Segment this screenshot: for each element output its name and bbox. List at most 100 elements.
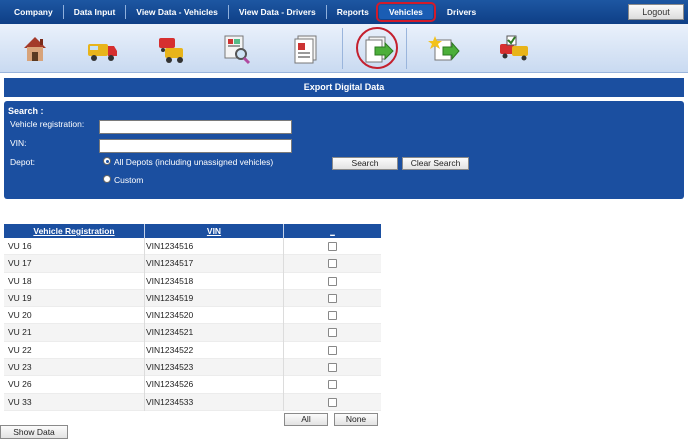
vin-cell: VIN1234521 bbox=[146, 327, 194, 338]
vin-cell: VIN1234526 bbox=[146, 379, 194, 390]
van-icon[interactable] bbox=[72, 24, 132, 73]
depot-all-radio[interactable] bbox=[103, 157, 111, 165]
depot-custom-radio[interactable] bbox=[103, 175, 111, 183]
vin-cell: VIN1234522 bbox=[146, 344, 194, 355]
depot-custom-label[interactable]: Custom bbox=[114, 175, 143, 185]
select-none-button[interactable]: None bbox=[334, 412, 378, 426]
vehicle-registration-cell: VU 22 bbox=[8, 344, 32, 355]
table-row: VU 23 VIN1234523 bbox=[4, 359, 381, 377]
depot-label: Depot: bbox=[10, 157, 36, 167]
nav-data-input[interactable]: Data Input bbox=[64, 5, 127, 19]
row-select-checkbox[interactable] bbox=[328, 363, 337, 373]
vin-cell: VIN1234533 bbox=[146, 396, 194, 407]
cell-separator bbox=[144, 255, 145, 273]
vehicle-registration-cell: VU 23 bbox=[8, 362, 32, 373]
row-select-checkbox[interactable] bbox=[328, 345, 337, 355]
cell-separator bbox=[144, 341, 145, 360]
table-row: VU 33 VIN1234533 bbox=[4, 393, 381, 411]
logout-button[interactable]: Logout bbox=[628, 4, 684, 20]
cell-separator bbox=[283, 272, 284, 290]
cell-separator bbox=[283, 341, 284, 360]
cell-separator bbox=[283, 255, 284, 273]
vehicle-registration-cell: VU 19 bbox=[8, 292, 32, 303]
table-row: VU 26 VIN1234526 bbox=[4, 376, 381, 394]
cell-separator bbox=[283, 289, 284, 308]
select-all-button[interactable]: All bbox=[284, 412, 328, 426]
cell-separator bbox=[144, 272, 145, 290]
nav-view-data-vehicles[interactable]: View Data - Vehicles bbox=[126, 5, 229, 19]
top-nav: Company Data Input View Data - Vehicles … bbox=[0, 0, 688, 24]
table-row: VU 17 VIN1234517 bbox=[4, 255, 381, 273]
toolbar-separator bbox=[342, 28, 343, 69]
search-button[interactable]: Search bbox=[332, 157, 398, 170]
header-vin[interactable]: VIN bbox=[145, 224, 283, 238]
favorite-arrow-icon[interactable] bbox=[414, 24, 474, 73]
vehicle-registration-cell: VU 20 bbox=[8, 310, 32, 321]
vehicle-registration-cell: VU 26 bbox=[8, 379, 32, 390]
table-row: VU 19 VIN1234519 bbox=[4, 289, 381, 308]
vehicle-registration-cell: VU 18 bbox=[8, 275, 32, 286]
icon-toolbar bbox=[0, 24, 688, 73]
house-icon[interactable] bbox=[5, 24, 65, 73]
vehicles-table: Vehicle Registration VIN _ VU 16 VIN12345… bbox=[4, 224, 381, 427]
vehicle-registration-label: Vehicle registration: bbox=[10, 119, 85, 129]
vehicles-check-icon[interactable] bbox=[484, 24, 544, 73]
row-select-checkbox[interactable] bbox=[328, 380, 337, 390]
cell-separator bbox=[283, 324, 284, 342]
row-select-checkbox[interactable] bbox=[328, 242, 337, 251]
vin-label: VIN: bbox=[10, 138, 27, 148]
cell-separator bbox=[144, 307, 145, 325]
cell-separator bbox=[144, 376, 145, 394]
show-data-button[interactable]: Show Data bbox=[0, 425, 68, 439]
row-select-checkbox[interactable] bbox=[328, 276, 337, 286]
cell-separator bbox=[144, 324, 145, 342]
toolbar-separator bbox=[406, 28, 407, 69]
vehicle-registration-input[interactable] bbox=[99, 120, 292, 134]
vin-cell: VIN1234520 bbox=[146, 310, 194, 321]
nav-company[interactable]: Company bbox=[4, 5, 64, 19]
cell-separator bbox=[283, 238, 284, 256]
cell-separator bbox=[144, 289, 145, 308]
depot-all-label[interactable]: All Depots (including unassigned vehicle… bbox=[114, 157, 273, 167]
cell-separator bbox=[144, 238, 145, 256]
vin-cell: VIN1234517 bbox=[146, 258, 194, 269]
trucks-icon[interactable] bbox=[142, 24, 202, 73]
vehicle-registration-cell: VU 16 bbox=[8, 241, 32, 251]
nav-vehicles[interactable]: Vehicles bbox=[375, 2, 436, 22]
document-icon[interactable] bbox=[276, 24, 336, 73]
nav-reports[interactable]: Reports bbox=[327, 5, 379, 19]
row-select-checkbox[interactable] bbox=[328, 311, 337, 321]
vin-input[interactable] bbox=[99, 139, 292, 153]
vin-cell: VIN1234519 bbox=[146, 292, 194, 303]
vin-cell: VIN1234518 bbox=[146, 275, 194, 286]
header-vehicle-registration[interactable]: Vehicle Registration bbox=[4, 224, 144, 238]
report-search-icon[interactable] bbox=[206, 24, 266, 73]
table-body: VU 16 VIN1234516 VU 17 VIN1234517 VU 18 VIN12… bbox=[4, 238, 381, 411]
app-root: Company Data Input View Data - Vehicles … bbox=[0, 0, 688, 439]
table-row: VU 16 VIN1234516 bbox=[4, 238, 381, 256]
vehicle-registration-cell: VU 21 bbox=[8, 327, 32, 338]
cell-separator bbox=[144, 359, 145, 377]
cell-separator bbox=[283, 307, 284, 325]
table-header: Vehicle Registration VIN _ bbox=[4, 224, 381, 238]
active-tool-highlight-ring bbox=[356, 27, 398, 69]
row-select-checkbox[interactable] bbox=[328, 293, 337, 303]
table-row: VU 21 VIN1234521 bbox=[4, 324, 381, 342]
nav-drivers[interactable]: Drivers bbox=[437, 5, 486, 19]
cell-separator bbox=[283, 359, 284, 377]
row-select-checkbox[interactable] bbox=[328, 328, 337, 338]
vin-cell: VIN1234516 bbox=[146, 241, 194, 251]
search-panel: Search : Vehicle registration: VIN: Depo… bbox=[4, 101, 684, 199]
vehicle-registration-cell: VU 17 bbox=[8, 258, 32, 269]
table-row: VU 22 VIN1234522 bbox=[4, 341, 381, 360]
table-row: VU 20 VIN1234520 bbox=[4, 307, 381, 325]
cell-separator bbox=[144, 393, 145, 411]
vehicle-registration-cell: VU 33 bbox=[8, 396, 32, 407]
page-title: Export Digital Data bbox=[4, 78, 684, 97]
row-select-checkbox[interactable] bbox=[328, 259, 337, 269]
clear-search-button[interactable]: Clear Search bbox=[402, 157, 469, 170]
vin-cell: VIN1234523 bbox=[146, 362, 194, 373]
header-select[interactable]: _ bbox=[284, 224, 381, 238]
nav-view-data-drivers[interactable]: View Data - Drivers bbox=[229, 5, 327, 19]
row-select-checkbox[interactable] bbox=[328, 397, 337, 407]
